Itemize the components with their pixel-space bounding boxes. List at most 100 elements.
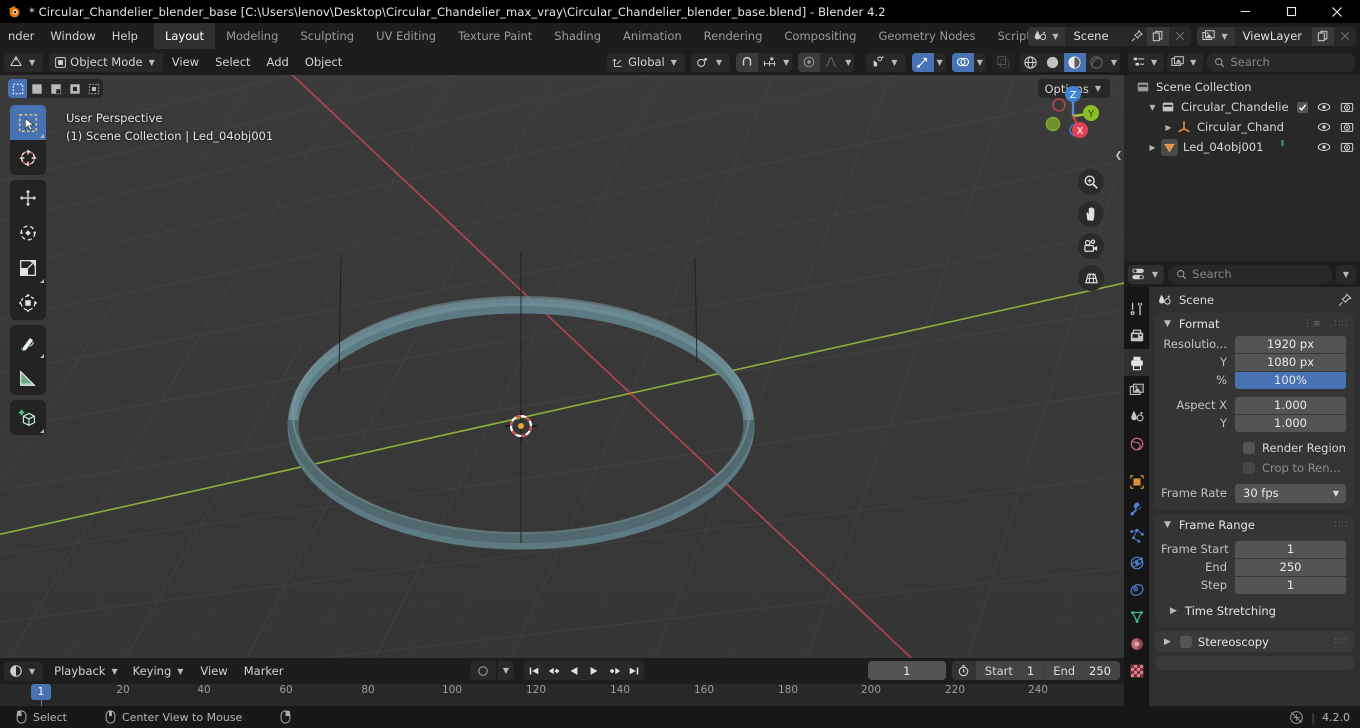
viewport-menu-add[interactable]: Add (260, 53, 296, 72)
viewport-menu-select[interactable]: Select (208, 53, 257, 72)
tool-tweak-select-box[interactable] (10, 105, 46, 140)
tab-world[interactable] (1124, 430, 1149, 457)
maximize-button[interactable] (1268, 0, 1314, 23)
frame-start-field[interactable]: 1 (1235, 540, 1346, 558)
remove-scene-button[interactable] (1169, 27, 1191, 46)
tool-rotate[interactable] (10, 215, 46, 250)
auto-keying-toggle[interactable] (470, 661, 496, 680)
gizmos-group[interactable]: ▼ (911, 52, 946, 72)
aspect-x-field[interactable]: 1.000 (1235, 396, 1346, 414)
eye-icon[interactable] (1317, 100, 1331, 114)
camera-view-icon[interactable] (1078, 233, 1104, 259)
start-frame-field[interactable]: Start 1 (975, 661, 1044, 680)
overlays-toggle-icon[interactable] (951, 52, 974, 72)
auto-keying-dropdown[interactable]: ▼ (498, 661, 514, 680)
viewlayer-selector[interactable]: ▼ ViewLayer (1197, 26, 1356, 46)
tab-geometry-nodes[interactable]: Geometry Nodes (867, 23, 986, 49)
properties-options-dropdown[interactable]: ▼ (1336, 264, 1356, 284)
camera-icon[interactable] (1340, 100, 1354, 114)
falloff-curve-icon[interactable] (820, 53, 842, 72)
menu-render[interactable]: nder (0, 26, 42, 46)
jump-to-end-button[interactable] (624, 661, 644, 680)
crop-to-render-row[interactable]: Crop to Ren... (1161, 459, 1346, 477)
time-stretching-subpanel-header[interactable]: ▶ Time Stretching (1155, 600, 1354, 621)
tab-animation[interactable]: Animation (612, 23, 693, 49)
viewport-menu-view[interactable]: View (165, 53, 206, 72)
tab-constraints[interactable] (1124, 576, 1149, 603)
properties-editor[interactable]: ▼ Search ▼ Scene ▼ Format ⋮≡ ∷∷ Resoluti… (1124, 261, 1360, 706)
toggle-perspective-icon[interactable] (1078, 265, 1104, 291)
outliner-editor-type-button[interactable]: ▼ (1128, 52, 1165, 72)
panel-drag-handle[interactable]: ∷∷ (1335, 637, 1348, 647)
eye-icon[interactable] (1317, 140, 1331, 154)
frame-step-field[interactable]: 1 (1235, 576, 1346, 594)
timeline-menu-keying[interactable]: Keying ▼ (128, 662, 192, 681)
render-region-row[interactable]: Render Region (1161, 439, 1346, 457)
camera-icon[interactable] (1340, 120, 1354, 134)
tool-add-cube[interactable] (10, 400, 46, 435)
tab-layout[interactable]: Layout (153, 23, 216, 49)
scene-icon[interactable]: ▼ (1028, 26, 1066, 46)
tool-cursor[interactable] (10, 140, 46, 175)
pivot-point-dropdown[interactable]: ▼ (690, 52, 731, 72)
playhead[interactable]: 1 (31, 684, 51, 700)
outliner-display-mode-button[interactable]: ▼ (1167, 52, 1204, 72)
menu-help[interactable]: Help (104, 26, 146, 46)
pin-id-icon[interactable] (1338, 293, 1352, 307)
timeline-menu-playback[interactable]: Playback ▼ (49, 662, 125, 681)
tab-render[interactable] (1124, 322, 1149, 349)
viewport-3d[interactable]: ▼ Object Mode ▼ View Select Add Object G… (0, 49, 1124, 658)
move-view-icon[interactable] (1078, 201, 1104, 227)
camera-icon[interactable] (1340, 140, 1354, 154)
tab-physics[interactable] (1124, 549, 1149, 576)
properties-content[interactable]: Scene ▼ Format ⋮≡ ∷∷ Resolutio... 1920 p… (1149, 287, 1360, 706)
solid-shading-icon[interactable] (1042, 53, 1064, 72)
new-scene-button[interactable] (1147, 26, 1170, 46)
select-invert-icon[interactable] (65, 79, 84, 98)
frame-end-field[interactable]: 250 (1235, 558, 1346, 576)
scene-selector[interactable]: ▼ Scene (1028, 26, 1192, 46)
tab-modifier[interactable] (1124, 495, 1149, 522)
use-preview-range-icon[interactable] (951, 661, 976, 680)
tab-texture[interactable] (1124, 657, 1149, 684)
end-frame-field[interactable]: End 250 (1043, 661, 1120, 680)
tool-scale[interactable] (10, 250, 46, 285)
tab-shading[interactable]: Shading (543, 23, 612, 49)
tab-object[interactable] (1124, 468, 1149, 495)
timeline-editor-type-button[interactable]: ▼ (4, 661, 44, 681)
current-frame-field[interactable]: 1 (867, 661, 946, 680)
timeline-menu-view[interactable]: View (193, 662, 234, 681)
outliner-row-circular-chand-object[interactable]: ▶ Circular_Chand (1124, 117, 1360, 137)
tool-move[interactable] (10, 180, 46, 215)
viewport-menu-object[interactable]: Object (298, 53, 349, 72)
overlays-group[interactable]: ▼ (951, 52, 986, 72)
tab-uv-editing[interactable]: UV Editing (365, 23, 447, 49)
stereoscopy-panel-header[interactable]: ▶ Stereoscopy ∷∷ (1155, 631, 1354, 652)
tab-rendering[interactable]: Rendering (693, 23, 774, 49)
disclosure-triangle-right-icon[interactable]: ▶ (1162, 123, 1175, 132)
jump-to-next-keyframe-button[interactable] (604, 661, 624, 680)
frame-range-panel-header[interactable]: ▼ Frame Range ∷∷ (1155, 514, 1354, 535)
disclosure-triangle-right-icon[interactable]: ▶ (1146, 143, 1159, 152)
new-viewlayer-button[interactable] (1312, 26, 1334, 46)
gizmo-toggle-icon[interactable] (911, 52, 934, 72)
tab-tool[interactable] (1124, 295, 1149, 322)
properties-editor-type-button[interactable]: ▼ (1128, 264, 1165, 284)
select-set-icon[interactable] (8, 79, 27, 98)
outliner-editor[interactable]: ▼ ▼ Search Scene Collection ▼ Circular_C… (1124, 49, 1360, 261)
menu-window[interactable]: Window (42, 26, 103, 46)
play-reverse-button[interactable] (564, 661, 584, 680)
panel-preset-icon[interactable]: ⋮≡ (1303, 319, 1322, 329)
format-panel-header[interactable]: ▼ Format ⋮≡ ∷∷ (1155, 313, 1354, 334)
snap-increment-icon[interactable] (758, 53, 780, 72)
remove-viewlayer-button[interactable] (1334, 27, 1356, 46)
navigation-gizmo[interactable]: Z Y X (1040, 83, 1106, 149)
proportional-editing-group[interactable]: ▼ (798, 52, 855, 72)
outliner-tree[interactable]: Scene Collection ▼ Circular_Chandelie ▶ … (1124, 75, 1360, 261)
timeline-menu-marker[interactable]: Marker (237, 662, 291, 681)
zoom-view-icon[interactable] (1078, 169, 1104, 195)
tool-measure[interactable] (10, 360, 46, 395)
material-preview-shading-icon[interactable] (1063, 52, 1086, 72)
xray-toggle-icon[interactable] (991, 52, 1014, 72)
panel-drag-handle[interactable]: ∷∷ (1335, 520, 1348, 530)
